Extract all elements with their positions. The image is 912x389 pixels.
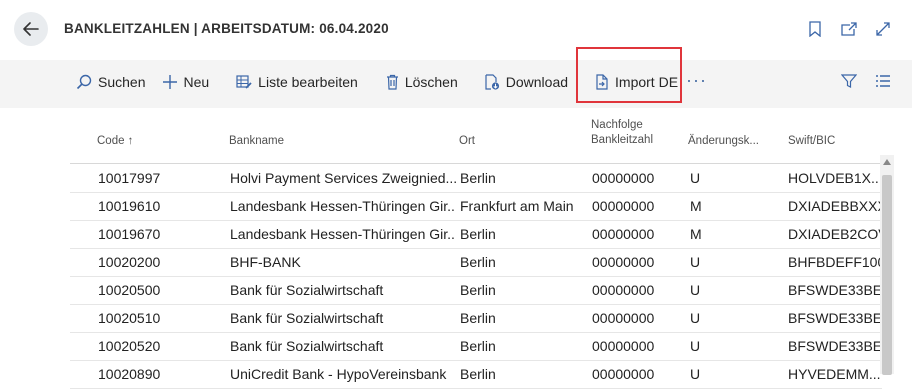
cell-ort: Berlin	[460, 310, 496, 326]
cell-nachfolge: 00000000	[592, 338, 655, 354]
download-label: Download	[505, 74, 569, 90]
delete-button[interactable]: Löschen	[386, 74, 458, 90]
edit-list-button[interactable]: Liste bearbeiten	[236, 74, 358, 90]
expand-icon[interactable]	[874, 20, 892, 38]
cell-name: Bank für Sozialwirtschaft	[230, 310, 384, 326]
column-header-nachfolge-line2: Bankleitzahl	[591, 134, 654, 146]
column-header-ort[interactable]: Ort	[459, 134, 475, 149]
edit-list-label: Liste bearbeiten	[258, 74, 358, 90]
cell-kenn: U	[690, 338, 701, 354]
cell-swift: BFSWDE33BER	[788, 310, 880, 326]
action-toolbar: Suchen Neu Liste bearbeiten Löschen Down…	[72, 72, 678, 92]
cell-swift: BFSWDE33BER	[788, 338, 880, 354]
table-row[interactable]: 10019610 Landesbank Hessen-Thüringen Gir.…	[70, 192, 882, 221]
cell-kenn: U	[690, 282, 701, 298]
cell-code[interactable]: 10019610	[98, 198, 218, 214]
cell-swift: BHFBDEFF100	[788, 254, 880, 270]
search-label: Suchen	[98, 74, 146, 90]
cell-ort: Berlin	[460, 170, 496, 186]
import-icon	[596, 74, 608, 90]
table-row[interactable]: 10019670 Landesbank Hessen-Thüringen Gir.…	[70, 220, 882, 249]
cell-swift: HOLVDEB1X...	[788, 170, 880, 186]
cell-swift: DXIADEBBXXX	[788, 198, 880, 214]
cell-nachfolge: 00000000	[592, 310, 655, 326]
column-header-bankname[interactable]: Bankname	[229, 134, 284, 149]
table-row[interactable]: 10020200 BHF-BANK Berlin 00000000 U BHFBDEFF1…	[70, 248, 882, 277]
cell-kenn: U	[690, 170, 701, 186]
cell-code[interactable]: 10017997	[98, 170, 218, 186]
cell-name: UniCredit Bank - HypoVereinsbank	[230, 366, 447, 382]
search-icon	[76, 74, 92, 90]
arrow-left-icon	[23, 22, 39, 36]
delete-label: Löschen	[404, 74, 458, 90]
cell-code[interactable]: 10019670	[98, 226, 218, 242]
cell-kenn: U	[690, 254, 701, 270]
scroll-up-arrow-icon[interactable]	[883, 159, 891, 165]
column-header-nachfolge[interactable]: Nachfolge Bankleitzahl	[591, 118, 653, 148]
search-button[interactable]: Suchen	[76, 74, 145, 90]
cell-nachfolge: 00000000	[592, 198, 655, 214]
cell-code[interactable]: 10020510	[98, 310, 218, 326]
download-icon	[485, 74, 499, 90]
table-row[interactable]: 10020890 UniCredit Bank - HypoVereinsbank…	[70, 360, 882, 389]
cell-swift: DXIADEB2COV	[788, 226, 880, 242]
import-de-label: Import DE	[615, 74, 679, 90]
cell-ort: Berlin	[460, 282, 496, 298]
scroll-thumb[interactable]	[882, 175, 892, 375]
plus-icon	[163, 75, 178, 89]
cell-ort: Berlin	[460, 366, 496, 382]
column-header-nachfolge-line1: Nachfolge	[591, 119, 643, 131]
cell-nachfolge: 00000000	[592, 170, 655, 186]
table-row[interactable]: 10017997 Holvi Payment Services Zweignied…	[70, 164, 882, 193]
cell-name: Bank für Sozialwirtschaft	[230, 282, 384, 298]
filter-icon[interactable]	[840, 72, 858, 90]
table-row[interactable]: 10020510 Bank für Sozialwirtschaft Berlin 0…	[70, 304, 882, 333]
cell-ort: Berlin	[460, 338, 496, 354]
page-title: BANKLEITZAHLEN | ARBEITSDATUM: 06.04.202…	[64, 21, 389, 36]
table-row[interactable]: 10020520 Bank für Sozialwirtschaft Berlin 0…	[70, 332, 882, 361]
vertical-scrollbar[interactable]	[880, 155, 894, 375]
cell-ort: Frankfurt am Main	[460, 198, 574, 214]
more-actions-button[interactable]: ···	[686, 70, 707, 91]
bookmark-icon[interactable]	[806, 20, 824, 38]
download-button[interactable]: Download	[484, 74, 568, 90]
cell-kenn: U	[690, 366, 701, 382]
cell-swift: BFSWDE33BER	[788, 282, 880, 298]
column-header-aenderung[interactable]: Änderungsk...	[688, 134, 759, 149]
trash-icon	[386, 74, 398, 90]
cell-nachfolge: 00000000	[592, 282, 655, 298]
cell-nachfolge: 00000000	[592, 366, 655, 382]
cell-name: Bank für Sozialwirtschaft	[230, 338, 384, 354]
column-header-swift[interactable]: Swift/BIC	[788, 134, 835, 149]
page-header: BANKLEITZAHLEN | ARBEITSDATUM: 06.04.202…	[0, 0, 912, 60]
cell-swift: HYVEDEMM...	[788, 366, 880, 382]
cell-code[interactable]: 10020890	[98, 366, 218, 382]
cell-kenn: M	[690, 198, 702, 214]
table-row[interactable]: 10020500 Bank für Sozialwirtschaft Berlin 0…	[70, 276, 882, 305]
back-button[interactable]	[14, 12, 48, 46]
cell-name: Holvi Payment Services Zweignied...	[230, 170, 456, 186]
cell-kenn: U	[690, 310, 701, 326]
cell-ort: Berlin	[460, 254, 496, 270]
cell-code[interactable]: 10020200	[98, 254, 218, 270]
cell-name: Landesbank Hessen-Thüringen Gir...	[230, 226, 456, 242]
cell-nachfolge: 00000000	[592, 254, 655, 270]
cell-nachfolge: 00000000	[592, 226, 655, 242]
open-new-window-icon[interactable]	[840, 20, 858, 38]
import-de-button[interactable]: Import DE	[595, 74, 678, 90]
list-view-icon[interactable]	[874, 72, 892, 90]
cell-name: BHF-BANK	[230, 254, 301, 270]
cell-code[interactable]: 10020500	[98, 282, 218, 298]
cell-code[interactable]: 10020520	[98, 338, 218, 354]
cell-kenn: M	[690, 226, 702, 242]
cell-name: Landesbank Hessen-Thüringen Gir...	[230, 198, 456, 214]
column-header-code[interactable]: Code ↑	[97, 134, 133, 149]
cell-ort: Berlin	[460, 226, 496, 242]
new-button[interactable]: Neu	[163, 74, 209, 90]
new-label: Neu	[183, 74, 210, 90]
edit-list-icon	[236, 75, 252, 89]
